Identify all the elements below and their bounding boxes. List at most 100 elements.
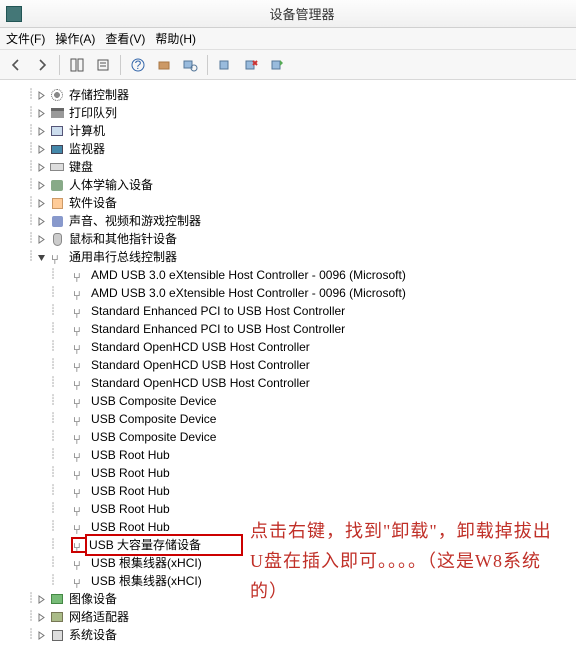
tree-node[interactable]: ┊ 计算机 [4, 122, 576, 140]
tree-connector: ┊ [28, 248, 33, 266]
expand-right-icon[interactable] [35, 593, 47, 605]
tree-node-label: USB Root Hub [91, 500, 170, 518]
expand-none-icon [57, 323, 69, 335]
tree-node[interactable]: ┊ AMD USB 3.0 eXtensible Host Controller … [4, 284, 576, 302]
expand-right-icon[interactable] [35, 629, 47, 641]
tree-connector: ┊ [28, 608, 33, 626]
tree-connector: ┊ [28, 212, 33, 230]
app-icon [6, 6, 22, 22]
action-button[interactable] [152, 53, 176, 77]
expand-none-icon [57, 431, 69, 443]
forward-button[interactable] [30, 53, 54, 77]
tree-connector: ┊ [28, 626, 33, 644]
tree-node-label: AMD USB 3.0 eXtensible Host Controller -… [91, 284, 406, 302]
tree-node[interactable]: ┊ 监视器 [4, 140, 576, 158]
expand-right-icon[interactable] [35, 179, 47, 191]
tree-connector: ┊ [50, 392, 55, 410]
expand-right-icon[interactable] [35, 107, 47, 119]
expand-right-icon[interactable] [35, 89, 47, 101]
help-button[interactable]: ? [126, 53, 150, 77]
expand-right-icon[interactable] [35, 125, 47, 137]
tree-node-label: USB Composite Device [91, 428, 216, 446]
tree-connector: ┊ [28, 122, 33, 140]
expand-right-icon[interactable] [35, 611, 47, 623]
usb-icon [71, 483, 87, 499]
tree-node-label: 键盘 [69, 158, 93, 176]
tree-connector: ┊ [28, 158, 33, 176]
tree-node-label: USB Composite Device [91, 392, 216, 410]
tree-node[interactable]: ┊ USB Composite Device [4, 392, 576, 410]
tree-node[interactable]: ┊打印队列 [4, 104, 576, 122]
tree-connector: ┊ [28, 230, 33, 248]
disable-button[interactable] [265, 53, 289, 77]
tree-node-label: 软件设备 [69, 194, 117, 212]
tree-node-label: 网络适配器 [69, 608, 129, 626]
tree-node[interactable]: ┊ USB Composite Device [4, 428, 576, 446]
expand-right-icon[interactable] [35, 143, 47, 155]
tree-node[interactable]: ┊USB Root Hub [4, 482, 576, 500]
usb-icon [71, 555, 87, 571]
menu-view[interactable]: 查看(V) [105, 30, 145, 47]
expand-none-icon [57, 449, 69, 461]
separator [207, 55, 208, 75]
tree-node-label: 计算机 [69, 122, 105, 140]
usb-icon [71, 447, 87, 463]
menu-action[interactable]: 操作(A) [55, 30, 95, 47]
tree-connector: ┊ [50, 284, 55, 302]
tree-node[interactable]: ┊USB Composite Device [4, 410, 576, 428]
tree-node-label: 通用串行总线控制器 [69, 248, 177, 266]
tree-node[interactable]: ┊ 系统设备 [4, 626, 576, 644]
tree-connector: ┊ [50, 572, 55, 590]
tree-node[interactable]: ┊Standard OpenHCD USB Host Controller [4, 356, 576, 374]
tree-node-label: 存储控制器 [69, 86, 129, 104]
scan-button[interactable] [178, 53, 202, 77]
tree-node[interactable]: ┊鼠标和其他指针设备 [4, 230, 576, 248]
tree-node[interactable]: ┊USB Root Hub [4, 464, 576, 482]
show-hide-tree-button[interactable] [65, 53, 89, 77]
tree-node[interactable]: ┊Standard OpenHCD USB Host Controller [4, 338, 576, 356]
tree-node[interactable]: ┊Standard OpenHCD USB Host Controller [4, 374, 576, 392]
tree-node[interactable]: ┊ 键盘 [4, 158, 576, 176]
tree-node[interactable]: ┊AMD USB 3.0 eXtensible Host Controller … [4, 266, 576, 284]
tree-node[interactable]: ┊Standard Enhanced PCI to USB Host Contr… [4, 302, 576, 320]
menu-file[interactable]: 文件(F) [6, 30, 45, 47]
tree-node[interactable]: ┊存储控制器 [4, 86, 576, 104]
tree-node[interactable]: ┊ 网络适配器 [4, 608, 576, 626]
tree-node[interactable]: ┊ 通用串行总线控制器 [4, 248, 576, 266]
tree-node-label: 打印队列 [69, 104, 117, 122]
tree-connector: ┊ [28, 176, 33, 194]
update-driver-button[interactable] [213, 53, 237, 77]
tree-connector: ┊ [50, 500, 55, 518]
uninstall-button[interactable] [239, 53, 263, 77]
back-button[interactable] [4, 53, 28, 77]
tree-node-label: 监视器 [69, 140, 105, 158]
menu-help[interactable]: 帮助(H) [155, 30, 196, 47]
expand-none-icon [57, 341, 69, 353]
tree-node[interactable]: ┊软件设备 [4, 194, 576, 212]
expand-right-icon[interactable] [35, 197, 47, 209]
expand-down-icon[interactable] [35, 251, 47, 263]
expand-right-icon[interactable] [35, 215, 47, 227]
tree-node-label: Standard OpenHCD USB Host Controller [91, 338, 310, 356]
usb-icon [71, 267, 87, 283]
tree-node-label: 图像设备 [69, 590, 117, 608]
tree-node[interactable]: ┊人体学输入设备 [4, 176, 576, 194]
expand-right-icon[interactable] [35, 161, 47, 173]
usb-icon [71, 285, 87, 301]
properties-button[interactable] [91, 53, 115, 77]
svg-text:?: ? [135, 58, 142, 72]
tree-node-label: USB Root Hub [91, 482, 170, 500]
tree-connector: ┊ [50, 428, 55, 446]
expand-none-icon [57, 539, 69, 551]
tree-connector: ┊ [28, 140, 33, 158]
tree-node[interactable]: ┊声音、视频和游戏控制器 [4, 212, 576, 230]
expand-none-icon [57, 485, 69, 497]
tree-node-label: 系统设备 [69, 626, 117, 644]
tree-node-label: USB 根集线器(xHCI) [91, 572, 202, 590]
tree-node-label: Standard OpenHCD USB Host Controller [91, 356, 310, 374]
expand-right-icon[interactable] [35, 233, 47, 245]
tree-node[interactable]: ┊USB Root Hub [4, 446, 576, 464]
expand-none-icon [57, 359, 69, 371]
tree-node[interactable]: ┊Standard Enhanced PCI to USB Host Contr… [4, 320, 576, 338]
usb-icon [71, 573, 87, 589]
